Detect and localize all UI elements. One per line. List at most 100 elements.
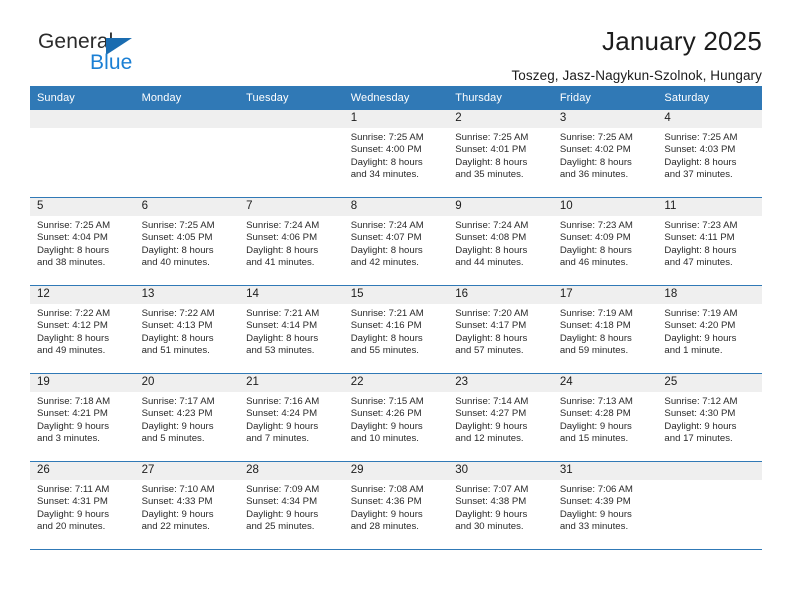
day-details: Sunrise: 7:12 AM Sunset: 4:30 PM Dayligh…	[657, 392, 762, 446]
weekday-header-sunday: Sunday	[37, 92, 75, 104]
daylight-text-line1: Daylight: 8 hours	[37, 244, 109, 256]
day-cell[interactable]: 9 Sunrise: 7:24 AM Sunset: 4:08 PM Dayli…	[448, 198, 553, 285]
day-number: 5	[30, 198, 135, 216]
sunset-text: Sunset: 4:02 PM	[559, 144, 631, 156]
day-cell[interactable]: 2 Sunrise: 7:25 AM Sunset: 4:01 PM Dayli…	[448, 110, 553, 197]
day-cell[interactable]	[134, 110, 240, 197]
day-cell[interactable]: 20 Sunrise: 7:17 AM Sunset: 4:23 PM Dayl…	[134, 374, 240, 461]
day-cell[interactable]: 15 Sunrise: 7:21 AM Sunset: 4:16 PM Dayl…	[343, 286, 449, 373]
daylight-text-line2: and 55 minutes.	[350, 345, 419, 357]
day-cell[interactable]: 18 Sunrise: 7:19 AM Sunset: 4:20 PM Dayl…	[657, 286, 762, 373]
day-details: Sunrise: 7:24 AM Sunset: 4:07 PM Dayligh…	[344, 216, 449, 270]
day-cell[interactable]: 7 Sunrise: 7:24 AM Sunset: 4:06 PM Dayli…	[239, 198, 344, 285]
day-details: Sunrise: 7:22 AM Sunset: 4:12 PM Dayligh…	[30, 304, 135, 358]
weekday-header-saturday: Saturday	[664, 92, 710, 104]
daylight-text-line2: and 59 minutes.	[559, 345, 629, 357]
day-cell[interactable]: 1 Sunrise: 7:25 AM Sunset: 4:00 PM Dayli…	[343, 110, 449, 197]
day-number: 30	[448, 462, 553, 480]
calendar-week-row: 5 Sunrise: 7:25 AM Sunset: 4:04 PM Dayli…	[30, 198, 762, 286]
day-cell[interactable]: 19 Sunrise: 7:18 AM Sunset: 4:21 PM Dayl…	[30, 374, 135, 461]
day-cell[interactable]: 3 Sunrise: 7:25 AM Sunset: 4:02 PM Dayli…	[552, 110, 658, 197]
sunrise-text: Sunrise: 7:07 AM	[455, 484, 529, 495]
logo-text-blue: Blue	[90, 51, 133, 74]
day-cell[interactable]: 6 Sunrise: 7:25 AM Sunset: 4:05 PM Dayli…	[134, 198, 240, 285]
sunset-text: Sunset: 4:28 PM	[559, 408, 631, 420]
sunrise-text: Sunrise: 7:20 AM	[455, 308, 529, 319]
daylight-text-line1: Daylight: 9 hours	[246, 508, 319, 520]
day-cell[interactable]: 21 Sunrise: 7:16 AM Sunset: 4:24 PM Dayl…	[239, 374, 344, 461]
day-cell[interactable]: 23 Sunrise: 7:14 AM Sunset: 4:27 PM Dayl…	[448, 374, 553, 461]
sunrise-text: Sunrise: 7:15 AM	[350, 396, 424, 407]
sunrise-text: Sunrise: 7:25 AM	[37, 220, 111, 231]
day-number: 18	[657, 286, 762, 304]
day-cell[interactable]: 29 Sunrise: 7:08 AM Sunset: 4:36 PM Dayl…	[343, 462, 449, 549]
day-cell[interactable]: 22 Sunrise: 7:15 AM Sunset: 4:26 PM Dayl…	[343, 374, 449, 461]
sunrise-text: Sunrise: 7:08 AM	[350, 484, 424, 495]
day-cell[interactable]: 14 Sunrise: 7:21 AM Sunset: 4:14 PM Dayl…	[239, 286, 344, 373]
sunrise-text: Sunrise: 7:16 AM	[246, 396, 320, 407]
daylight-text-line2: and 5 minutes.	[141, 433, 205, 445]
day-details: Sunrise: 7:23 AM Sunset: 4:09 PM Dayligh…	[553, 216, 658, 270]
day-number: 27	[134, 462, 240, 480]
sunrise-text: Sunrise: 7:25 AM	[141, 220, 215, 231]
day-cell[interactable]: 4 Sunrise: 7:25 AM Sunset: 4:03 PM Dayli…	[657, 110, 762, 197]
day-number: 14	[239, 286, 344, 304]
sunset-text: Sunset: 4:18 PM	[559, 320, 631, 332]
sunset-text: Sunset: 4:00 PM	[350, 144, 422, 156]
daylight-text-line2: and 25 minutes.	[246, 521, 315, 533]
day-cell[interactable]: 11 Sunrise: 7:23 AM Sunset: 4:11 PM Dayl…	[657, 198, 762, 285]
general-blue-logo[interactable]: General Blue	[30, 28, 230, 80]
day-cell[interactable]: 26 Sunrise: 7:11 AM Sunset: 4:31 PM Dayl…	[30, 462, 135, 549]
daylight-text-line2: and 49 minutes.	[37, 345, 106, 357]
sunrise-text: Sunrise: 7:25 AM	[350, 132, 424, 143]
weekday-header-wednesday: Wednesday	[350, 92, 410, 104]
daylight-text-line1: Daylight: 9 hours	[664, 332, 737, 344]
day-number: 25	[657, 374, 762, 392]
day-details: Sunrise: 7:21 AM Sunset: 4:14 PM Dayligh…	[239, 304, 344, 358]
daylight-text-line2: and 30 minutes.	[455, 521, 524, 533]
day-cell[interactable]	[657, 462, 762, 549]
daylight-text-line1: Daylight: 8 hours	[246, 332, 319, 344]
sunrise-text: Sunrise: 7:14 AM	[455, 396, 529, 407]
day-cell[interactable]: 28 Sunrise: 7:09 AM Sunset: 4:34 PM Dayl…	[239, 462, 344, 549]
day-cell[interactable]	[30, 110, 135, 197]
daylight-text-line2: and 51 minutes.	[141, 345, 210, 357]
page-title: January 2025	[602, 26, 762, 56]
day-details: Sunrise: 7:25 AM Sunset: 4:05 PM Dayligh…	[135, 216, 240, 270]
day-details	[657, 480, 762, 484]
sunrise-text: Sunrise: 7:24 AM	[455, 220, 529, 231]
sunset-text: Sunset: 4:24 PM	[246, 408, 318, 420]
daylight-text-line1: Daylight: 9 hours	[141, 420, 214, 432]
day-details: Sunrise: 7:14 AM Sunset: 4:27 PM Dayligh…	[448, 392, 553, 446]
sunrise-text: Sunrise: 7:18 AM	[37, 396, 111, 407]
sunset-text: Sunset: 4:27 PM	[455, 408, 527, 420]
day-cell[interactable]: 31 Sunrise: 7:06 AM Sunset: 4:39 PM Dayl…	[552, 462, 658, 549]
day-cell[interactable]	[239, 110, 344, 197]
day-cell[interactable]: 12 Sunrise: 7:22 AM Sunset: 4:12 PM Dayl…	[30, 286, 135, 373]
day-cell[interactable]: 24 Sunrise: 7:13 AM Sunset: 4:28 PM Dayl…	[552, 374, 658, 461]
daylight-text-line2: and 20 minutes.	[37, 521, 106, 533]
day-cell[interactable]: 10 Sunrise: 7:23 AM Sunset: 4:09 PM Dayl…	[552, 198, 658, 285]
sunrise-text: Sunrise: 7:09 AM	[246, 484, 320, 495]
day-cell[interactable]: 17 Sunrise: 7:19 AM Sunset: 4:18 PM Dayl…	[552, 286, 658, 373]
sunset-text: Sunset: 4:16 PM	[350, 320, 422, 332]
day-number	[657, 462, 762, 480]
day-details: Sunrise: 7:09 AM Sunset: 4:34 PM Dayligh…	[239, 480, 344, 534]
day-details: Sunrise: 7:18 AM Sunset: 4:21 PM Dayligh…	[30, 392, 135, 446]
day-cell[interactable]: 30 Sunrise: 7:07 AM Sunset: 4:38 PM Dayl…	[448, 462, 553, 549]
day-cell[interactable]: 8 Sunrise: 7:24 AM Sunset: 4:07 PM Dayli…	[343, 198, 449, 285]
day-cell[interactable]: 25 Sunrise: 7:12 AM Sunset: 4:30 PM Dayl…	[657, 374, 762, 461]
weekday-header-monday: Monday	[141, 92, 182, 104]
page-header: General Blue January 2025 Toszeg, Jasz-N…	[30, 0, 762, 83]
sunrise-text: Sunrise: 7:23 AM	[664, 220, 738, 231]
day-cell[interactable]: 16 Sunrise: 7:20 AM Sunset: 4:17 PM Dayl…	[448, 286, 553, 373]
sunset-text: Sunset: 4:39 PM	[559, 496, 631, 508]
day-cell[interactable]: 27 Sunrise: 7:10 AM Sunset: 4:33 PM Dayl…	[134, 462, 240, 549]
sunrise-text: Sunrise: 7:06 AM	[559, 484, 633, 495]
daylight-text-line2: and 40 minutes.	[141, 257, 210, 269]
day-cell[interactable]: 5 Sunrise: 7:25 AM Sunset: 4:04 PM Dayli…	[30, 198, 135, 285]
day-details: Sunrise: 7:25 AM Sunset: 4:00 PM Dayligh…	[344, 128, 449, 182]
day-cell[interactable]: 13 Sunrise: 7:22 AM Sunset: 4:13 PM Dayl…	[134, 286, 240, 373]
daylight-text-line1: Daylight: 9 hours	[141, 508, 214, 520]
sunrise-text: Sunrise: 7:25 AM	[455, 132, 529, 143]
